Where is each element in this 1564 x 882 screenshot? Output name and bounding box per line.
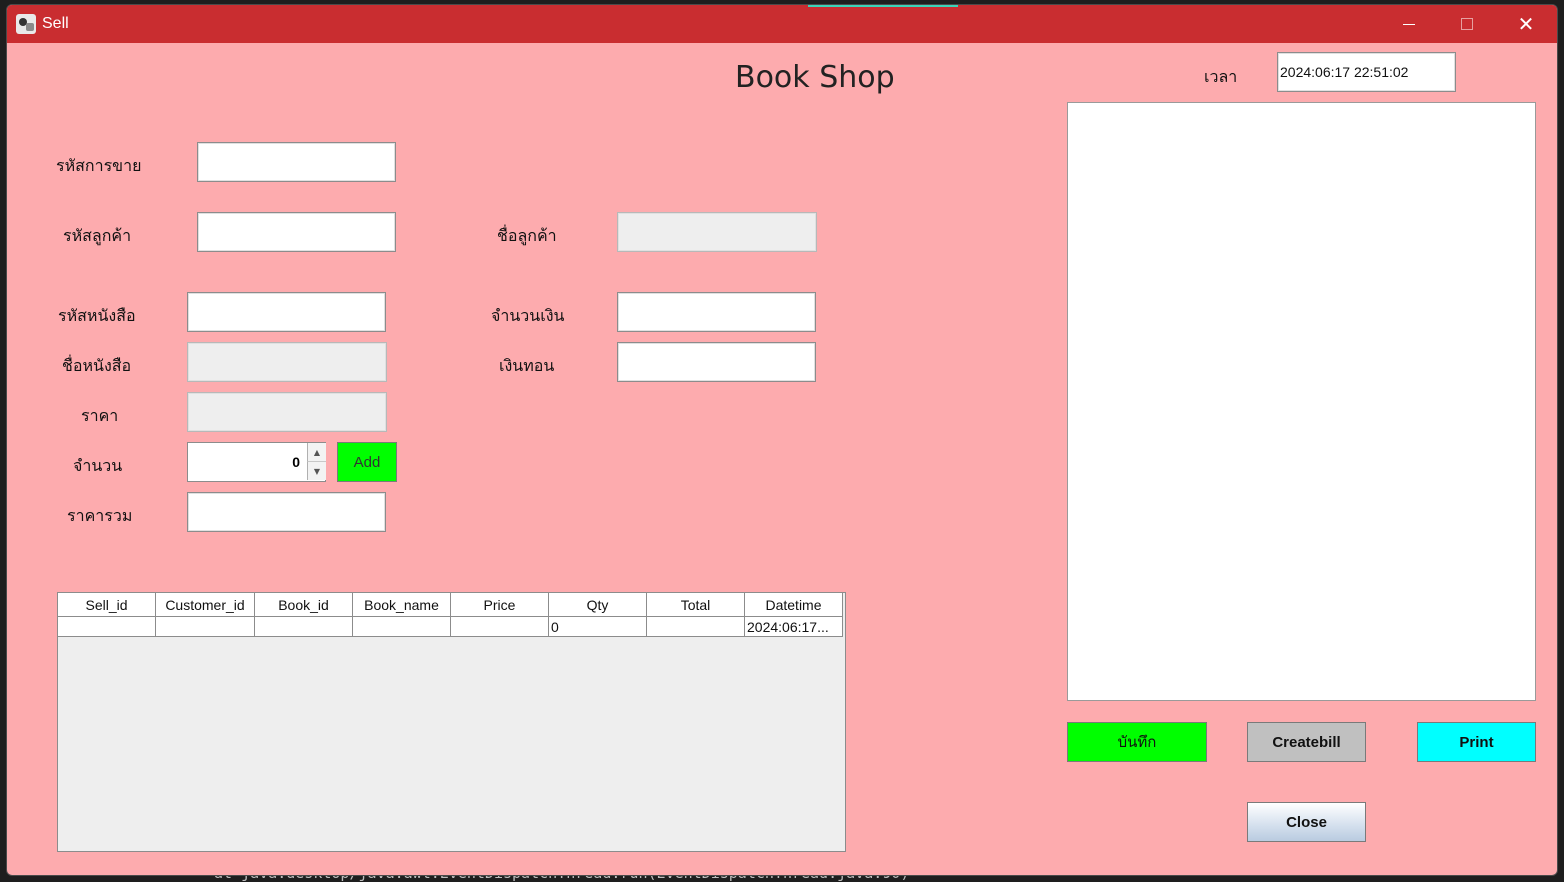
title-accent-line xyxy=(808,5,958,7)
book-name-label: ชื่อหนังสือ xyxy=(62,356,132,375)
total-label: ราคารวม xyxy=(67,506,133,525)
column-header[interactable]: Sell_id xyxy=(58,593,156,617)
spinner-down-button[interactable]: ▼ xyxy=(307,462,326,480)
close-button[interactable]: Close xyxy=(1247,802,1366,842)
column-header[interactable]: Datetime xyxy=(745,593,843,617)
sell-id-field[interactable] xyxy=(197,142,396,182)
chevron-down-icon: ▼ xyxy=(313,466,321,476)
table-header: Sell_id Customer_id Book_id Book_name Pr… xyxy=(58,593,843,617)
customer-id-label: รหัสลูกค้า xyxy=(63,226,132,245)
table-row[interactable]: 0 2024:06:17... xyxy=(58,617,843,637)
chevron-up-icon: ▲ xyxy=(313,447,321,457)
close-window-button[interactable]: ✕ xyxy=(1497,5,1555,43)
table-cell[interactable] xyxy=(58,617,156,637)
createbill-button[interactable]: Createbill xyxy=(1247,722,1366,762)
close-icon: ✕ xyxy=(1517,12,1535,36)
column-header[interactable]: Book_id xyxy=(255,593,353,617)
title-bar[interactable]: Sell ✕ xyxy=(7,5,1557,43)
table-cell[interactable] xyxy=(451,617,549,637)
qty-label: จำนวน xyxy=(73,456,123,475)
time-label: เวลา xyxy=(1204,67,1238,86)
minimize-icon xyxy=(1403,23,1415,25)
qty-spinner-value[interactable]: 0 xyxy=(188,443,306,481)
window-title: Sell xyxy=(42,15,69,32)
book-name-field[interactable] xyxy=(187,342,387,382)
sell-id-label: รหัสการขาย xyxy=(56,156,142,175)
table-cell[interactable] xyxy=(647,617,745,637)
table-cell[interactable] xyxy=(255,617,353,637)
price-field[interactable] xyxy=(187,392,387,432)
minimize-button[interactable] xyxy=(1380,5,1438,43)
table-cell[interactable]: 0 xyxy=(549,617,647,637)
print-button[interactable]: Print xyxy=(1417,722,1536,762)
spinner-up-button[interactable]: ▲ xyxy=(307,443,326,462)
table-cell[interactable]: 2024:06:17... xyxy=(745,617,843,637)
column-header[interactable]: Qty xyxy=(549,593,647,617)
app-icon xyxy=(16,14,36,34)
total-field[interactable] xyxy=(187,492,386,532)
column-header[interactable]: Total xyxy=(647,593,745,617)
customer-name-label: ชื่อลูกค้า xyxy=(497,226,557,245)
receipt-text-area[interactable] xyxy=(1067,102,1536,701)
customer-id-field[interactable] xyxy=(197,212,396,252)
table-cell[interactable] xyxy=(156,617,255,637)
change-label: เงินทอน xyxy=(499,356,555,375)
book-id-field[interactable] xyxy=(187,292,386,332)
table-cell[interactable] xyxy=(353,617,451,637)
sales-table[interactable]: Sell_id Customer_id Book_id Book_name Pr… xyxy=(57,592,846,852)
page-title: Book Shop xyxy=(735,60,895,95)
time-field[interactable]: 2024:06:17 22:51:02 xyxy=(1277,52,1456,92)
column-header[interactable]: Book_name xyxy=(353,593,451,617)
change-field[interactable] xyxy=(617,342,816,382)
sell-window: Sell ✕ Book Shop เวลา 2024:06:17 22:51:0… xyxy=(6,4,1558,876)
qty-spinner[interactable]: 0 ▲ ▼ xyxy=(187,442,326,482)
price-label: ราคา xyxy=(81,406,119,425)
column-header[interactable]: Customer_id xyxy=(156,593,255,617)
save-button[interactable]: บันทึก xyxy=(1067,722,1207,762)
amount-field[interactable] xyxy=(617,292,816,332)
book-id-label: รหัสหนังสือ xyxy=(58,306,136,325)
maximize-icon xyxy=(1461,18,1473,30)
maximize-button[interactable] xyxy=(1438,5,1496,43)
customer-name-field[interactable] xyxy=(617,212,817,252)
column-header[interactable]: Price xyxy=(451,593,549,617)
amount-label: จำนวนเงิน xyxy=(491,306,565,325)
add-button[interactable]: Add xyxy=(337,442,397,482)
